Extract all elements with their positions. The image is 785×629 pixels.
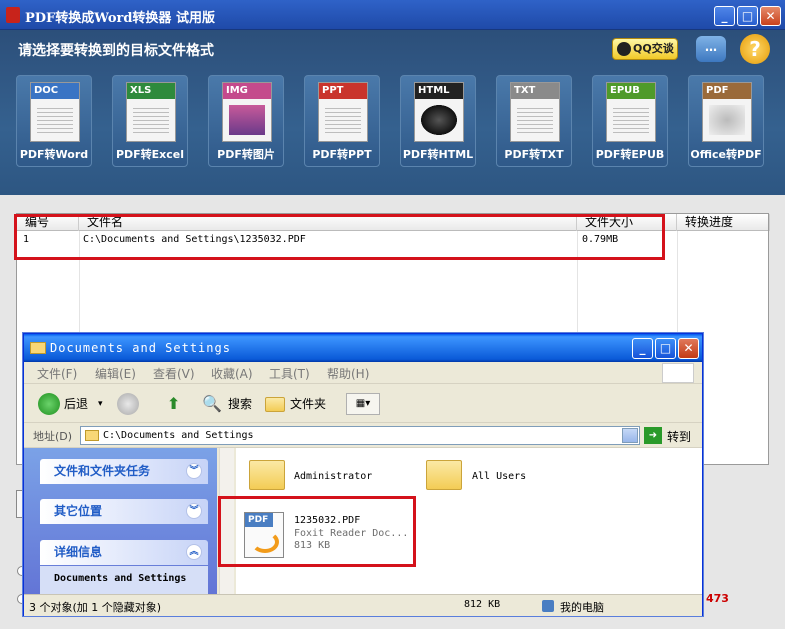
my-computer-icon	[542, 600, 554, 612]
back-arrow-icon[interactable]	[38, 393, 60, 415]
qq-chat-label: QQ交谈	[633, 42, 674, 55]
back-dropdown-icon[interactable]: ▾	[98, 391, 103, 417]
convert-excel-label: PDF转Excel	[115, 148, 185, 161]
explorer-menubar: 文件(F) 编辑(E) 查看(V) 收藏(A) 工具(T) 帮助(H)	[24, 362, 702, 384]
explorer-minimize-button[interactable]: _	[632, 338, 653, 359]
other-places-label: 其它位置	[54, 504, 103, 518]
word-doc-icon: DOC	[30, 82, 80, 142]
format-prompt: 请选择要转换到的目标文件格式	[18, 43, 214, 59]
chat-bubble-icon[interactable]: …	[696, 36, 726, 62]
go-arrow-icon[interactable]: ➜	[644, 427, 662, 444]
convert-txt-label: PDF转TXT	[504, 148, 564, 161]
status-objects: 3 个对象(加 1 个隐藏对象)	[29, 601, 162, 614]
explorer-statusbar: 3 个对象(加 1 个隐藏对象) 812 KB 我的电脑	[24, 594, 702, 616]
col-progress[interactable]: 转换进度	[677, 214, 770, 231]
views-icon[interactable]: ▦▾	[346, 393, 380, 415]
html-doc-icon: HTML	[414, 82, 464, 142]
menu-edit[interactable]: 编辑(E)	[95, 365, 136, 382]
qq-chat-button[interactable]: QQ交谈	[612, 38, 678, 60]
back-button[interactable]: 后退	[64, 391, 88, 417]
convert-office-pdf-label: Office转PDF	[690, 148, 762, 161]
close-button[interactable]: ✕	[760, 6, 781, 26]
help-icon[interactable]: ?	[740, 34, 770, 64]
convert-word-label: PDF转Word	[19, 148, 89, 161]
minimize-button[interactable]: _	[714, 6, 735, 26]
other-places-header[interactable]: 其它位置 ︾	[40, 499, 208, 524]
explorer-window: Documents and Settings _ □ ✕ 文件(F) 编辑(E)…	[23, 333, 703, 616]
ppt-doc-icon: PPT	[318, 82, 368, 142]
folder-icon	[30, 342, 46, 354]
folder-administrator-icon[interactable]	[249, 460, 285, 490]
explorer-titlebar: Documents and Settings _ □ ✕	[24, 334, 702, 362]
convert-ppt-button[interactable]: PPT PDF转PPT	[304, 75, 380, 167]
windows-logo-icon	[662, 363, 694, 383]
chevron-down-icon[interactable]: ︾	[186, 503, 202, 519]
convert-office-pdf-button[interactable]: PDF Office转PDF	[688, 75, 764, 167]
details-body: Documents and Settings	[40, 566, 208, 596]
address-label: 地址(D)	[33, 430, 73, 443]
convert-image-button[interactable]: IMG PDF转图片	[208, 75, 284, 167]
address-bar: 地址(D) C:\Documents and Settings ➜ 转到	[24, 424, 702, 448]
app-titlebar: PDF转换成Word转换器 试用版 _ □ ✕	[0, 0, 785, 30]
convert-ppt-label: PDF转PPT	[312, 148, 372, 161]
convert-html-button[interactable]: HTML PDF转HTML	[400, 75, 476, 167]
page-count: 473	[706, 592, 729, 605]
status-location: 我的电脑	[560, 601, 604, 614]
explorer-close-button[interactable]: ✕	[678, 338, 699, 359]
image-doc-icon: IMG	[222, 82, 272, 142]
maximize-button[interactable]: □	[737, 6, 758, 26]
explorer-title: Documents and Settings	[50, 341, 231, 355]
menu-tools[interactable]: 工具(T)	[269, 365, 310, 382]
menu-view[interactable]: 查看(V)	[153, 365, 195, 382]
go-button[interactable]: 转到	[667, 428, 691, 445]
menu-favorites[interactable]: 收藏(A)	[211, 365, 253, 382]
epub-doc-icon: EPUB	[606, 82, 656, 142]
pdf-doc-icon: PDF	[702, 82, 752, 142]
convert-txt-button[interactable]: TXT PDF转TXT	[496, 75, 572, 167]
forward-arrow-icon[interactable]	[117, 393, 139, 415]
address-value: C:\Documents and Settings	[103, 430, 254, 441]
details-header[interactable]: 详细信息 ︽	[40, 540, 208, 565]
convert-epub-button[interactable]: EPUB PDF转EPUB	[592, 75, 668, 167]
chevron-up-icon[interactable]: ︽	[186, 544, 202, 560]
address-dropdown-icon[interactable]	[622, 428, 638, 443]
file-tasks-label: 文件和文件夹任务	[54, 464, 151, 478]
menu-help[interactable]: 帮助(H)	[327, 365, 369, 382]
explorer-maximize-button[interactable]: □	[655, 338, 676, 359]
search-button[interactable]: 搜索	[228, 391, 252, 417]
explorer-toolbar: 后退 ▾ ⬆ 🔍 搜索 文件夹 ▦▾	[24, 385, 702, 423]
details-text: Documents and Settings	[54, 573, 187, 584]
convert-word-button[interactable]: DOC PDF转Word	[16, 75, 92, 167]
folder-all-users-name[interactable]: All Users	[472, 471, 526, 482]
chevron-down-icon[interactable]: ︾	[186, 463, 202, 479]
excel-doc-icon: XLS	[126, 82, 176, 142]
convert-image-label: PDF转图片	[217, 148, 275, 161]
txt-doc-icon: TXT	[510, 82, 560, 142]
status-size: 812 KB	[464, 599, 501, 610]
address-folder-icon	[85, 430, 99, 441]
folders-icon[interactable]	[265, 397, 285, 412]
folders-button[interactable]: 文件夹	[290, 391, 326, 417]
highlight-file-row	[14, 214, 665, 260]
folder-administrator-name[interactable]: Administrator	[294, 471, 372, 482]
file-tasks-header[interactable]: 文件和文件夹任务 ︾	[40, 459, 208, 484]
convert-epub-label: PDF转EPUB	[595, 148, 665, 161]
qq-penguin-icon	[617, 42, 631, 56]
convert-excel-button[interactable]: XLS PDF转Excel	[112, 75, 188, 167]
app-pdf-icon	[6, 7, 20, 23]
highlight-pdf-file	[218, 496, 416, 567]
folder-all-users-icon[interactable]	[426, 460, 462, 490]
details-label: 详细信息	[54, 545, 103, 559]
app-title: PDF转换成Word转换器 试用版	[25, 11, 215, 26]
search-icon[interactable]: 🔍	[202, 391, 222, 417]
up-folder-icon[interactable]: ⬆	[167, 391, 180, 417]
menu-file[interactable]: 文件(F)	[37, 365, 77, 382]
address-input[interactable]: C:\Documents and Settings	[80, 426, 640, 445]
convert-html-label: PDF转HTML	[402, 148, 474, 161]
